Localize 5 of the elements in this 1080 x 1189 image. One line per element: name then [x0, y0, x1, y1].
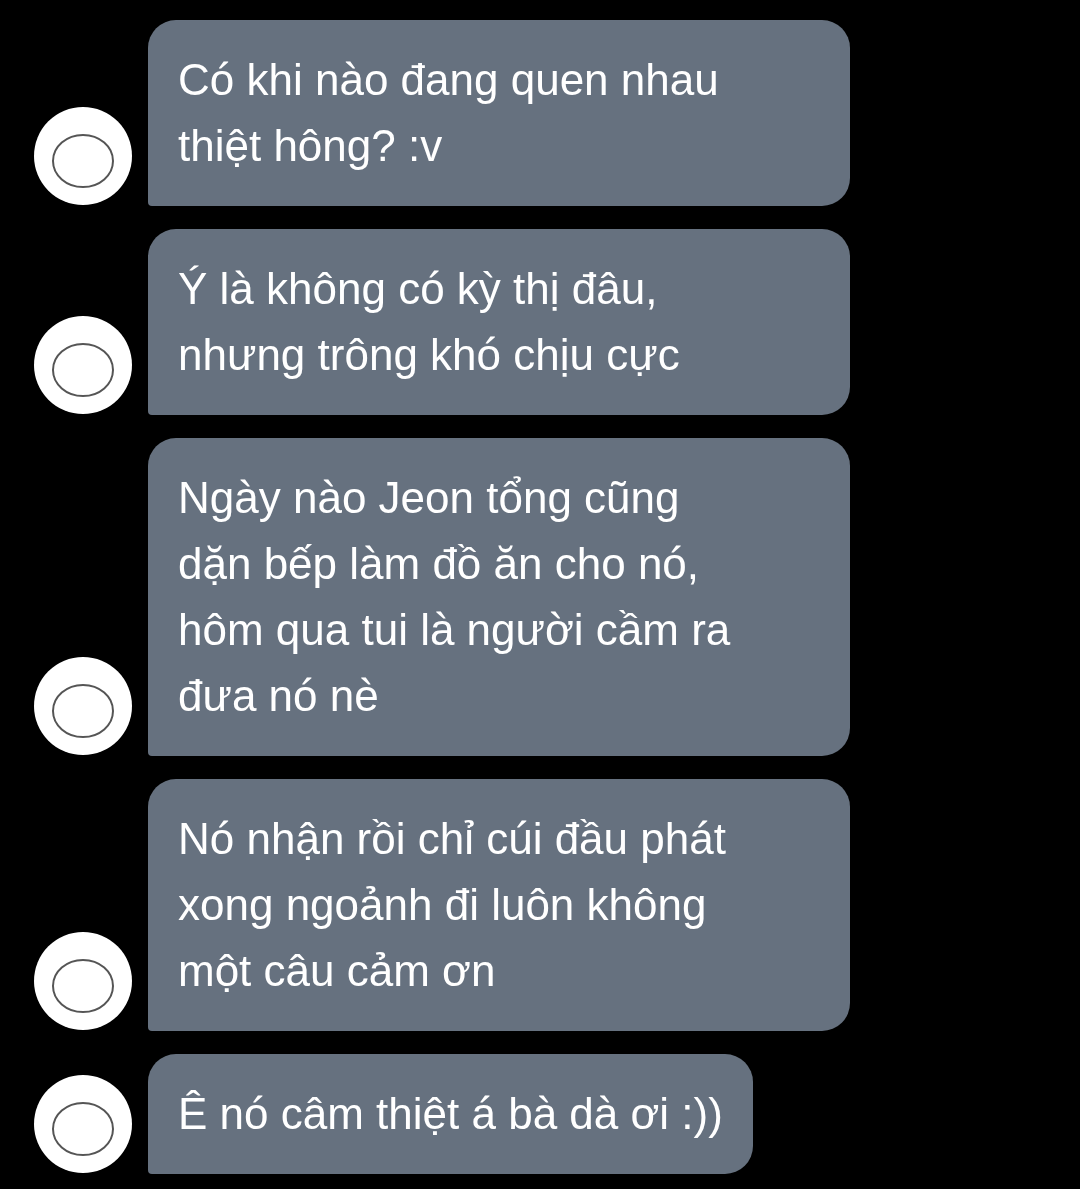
- message-bubble: Có khi nào đang quen nhau thiệt hông? :v: [148, 20, 850, 206]
- message-bubble: Nó nhận rồi chỉ cúi đầu phát xong ngoảnh đi luôn không một câu cảm ơn: [148, 779, 850, 1031]
- message-bubble: Ý là không có kỳ thị đâu, nhưng trông khó chịu cực: [148, 229, 850, 415]
- message-bubble: Ngày nào Jeon tổng cũng dặn bếp làm đồ ăn cho nó, hôm qua tui là người cầm ra đưa nó nè: [148, 438, 850, 756]
- message-bubble: Ê nó câm thiệt á bà dà ơi :)): [148, 1054, 753, 1174]
